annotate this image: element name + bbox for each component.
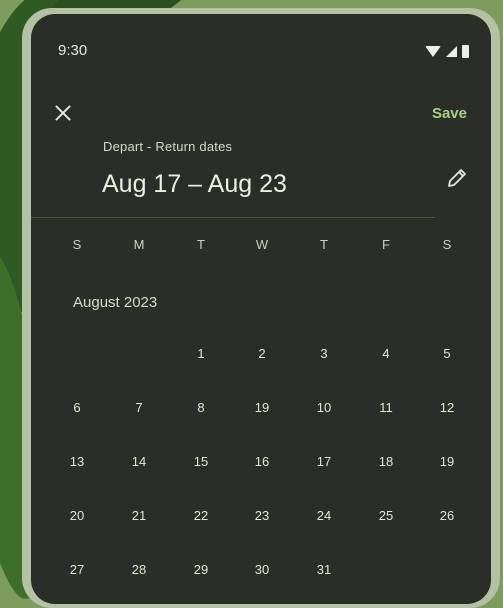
calendar-day[interactable]: 24 — [306, 508, 342, 523]
calendar-day[interactable]: 14 — [121, 454, 157, 469]
calendar-day[interactable]: 23 — [244, 508, 280, 523]
calendar-day[interactable]: 20 — [59, 508, 95, 523]
calendar-day[interactable]: 10 — [306, 400, 342, 415]
calendar-day[interactable]: 6 — [59, 400, 95, 415]
calendar-day[interactable]: 21 — [121, 508, 157, 523]
calendar-day[interactable]: 22 — [183, 508, 219, 523]
calendar-day[interactable]: 25 — [368, 508, 404, 523]
calendar-day[interactable]: 27 — [59, 562, 95, 577]
calendar-day[interactable]: 16 — [244, 454, 280, 469]
calendar-day[interactable]: 4 — [368, 346, 404, 361]
calendar-day[interactable]: 18 — [368, 454, 404, 469]
status-time: 9:30 — [58, 42, 88, 59]
calendar-day[interactable]: 17 — [306, 454, 342, 469]
calendar-day[interactable]: 29 — [183, 562, 219, 577]
wifi-icon — [425, 46, 441, 57]
save-button[interactable]: Save — [432, 105, 467, 122]
calendar-day[interactable]: 3 — [306, 346, 342, 361]
weekday-header: F — [382, 237, 390, 252]
weekday-header: T — [320, 237, 328, 252]
weekday-header: M — [133, 237, 145, 252]
calendar-day[interactable]: 1 — [183, 346, 219, 361]
weekday-header: S — [442, 237, 452, 252]
calendar-day[interactable]: 13 — [59, 454, 95, 469]
calendar-day[interactable]: 31 — [306, 562, 342, 577]
selected-date-range: Aug 17 – Aug 23 — [102, 170, 287, 198]
calendar-day[interactable]: 2 — [244, 346, 280, 361]
status-icons — [425, 44, 469, 58]
calendar-day[interactable]: 8 — [183, 400, 219, 415]
calendar-day[interactable]: 11 — [368, 400, 404, 415]
calendar-day[interactable]: 19 — [244, 400, 280, 415]
weekday-header: S — [72, 237, 82, 252]
signal-icon — [446, 46, 457, 57]
calendar-day[interactable]: 15 — [183, 454, 219, 469]
header-divider — [31, 217, 435, 218]
date-range-label: Depart - Return dates — [103, 139, 233, 154]
close-icon[interactable] — [51, 101, 75, 125]
weekday-header: W — [255, 237, 269, 252]
edit-icon[interactable] — [445, 166, 469, 190]
calendar-day[interactable]: 19 — [429, 454, 465, 469]
calendar-day[interactable]: 12 — [429, 400, 465, 415]
calendar-day[interactable]: 7 — [121, 400, 157, 415]
calendar-day[interactable]: 5 — [429, 346, 465, 361]
month-label: August 2023 — [73, 294, 158, 311]
date-picker-screen: 9:30 Save Depart - Return dates Aug 17 –… — [31, 14, 491, 604]
calendar-day[interactable]: 30 — [244, 562, 280, 577]
weekday-header: T — [197, 237, 205, 252]
calendar-day[interactable]: 26 — [429, 508, 465, 523]
battery-icon — [462, 45, 469, 58]
calendar-day[interactable]: 28 — [121, 562, 157, 577]
